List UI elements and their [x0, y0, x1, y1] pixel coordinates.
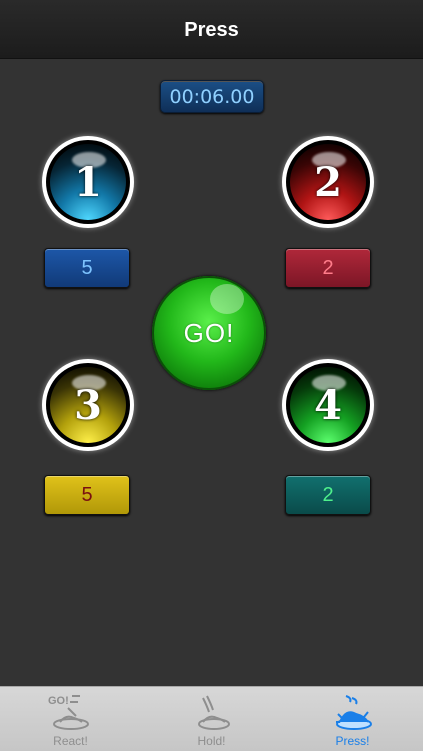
tab-react-label: React! [53, 734, 88, 748]
react-icon-text: GO! [48, 695, 69, 707]
player-3-number: 3 [74, 381, 102, 429]
player-4-score: 2 [285, 475, 371, 515]
player-4-number: 4 [314, 381, 342, 429]
navigation-bar: Press [0, 0, 423, 59]
tab-hold[interactable]: Hold! [141, 687, 282, 751]
tab-press-label: Press! [335, 734, 370, 748]
tab-react[interactable]: GO! React! [0, 687, 141, 751]
tab-hold-label: Hold! [197, 734, 226, 748]
player-2-score: 2 [285, 248, 371, 288]
tab-press[interactable]: Press! [282, 687, 423, 751]
player-3-score: 5 [44, 475, 130, 515]
react-go-hand-icon: GO! [48, 695, 89, 730]
go-button-label: GO! [183, 317, 235, 348]
player-2-button[interactable]: 2 [282, 136, 374, 228]
tab-bar: GO! React! Hold! Press! [0, 686, 423, 751]
page-title: Press [184, 18, 239, 41]
hold-hand-icon [197, 695, 230, 730]
player-2-number: 2 [314, 158, 342, 206]
player-3-button[interactable]: 3 [42, 359, 134, 451]
player-1-score: 5 [44, 248, 130, 288]
player-1-number: 1 [74, 158, 102, 206]
player-4-button[interactable]: 4 [282, 359, 374, 451]
timer-display: 00:06.00 [160, 80, 264, 113]
player-1-button[interactable]: 1 [42, 136, 134, 228]
go-button[interactable]: GO! [152, 276, 266, 390]
press-hand-icon [335, 695, 372, 730]
